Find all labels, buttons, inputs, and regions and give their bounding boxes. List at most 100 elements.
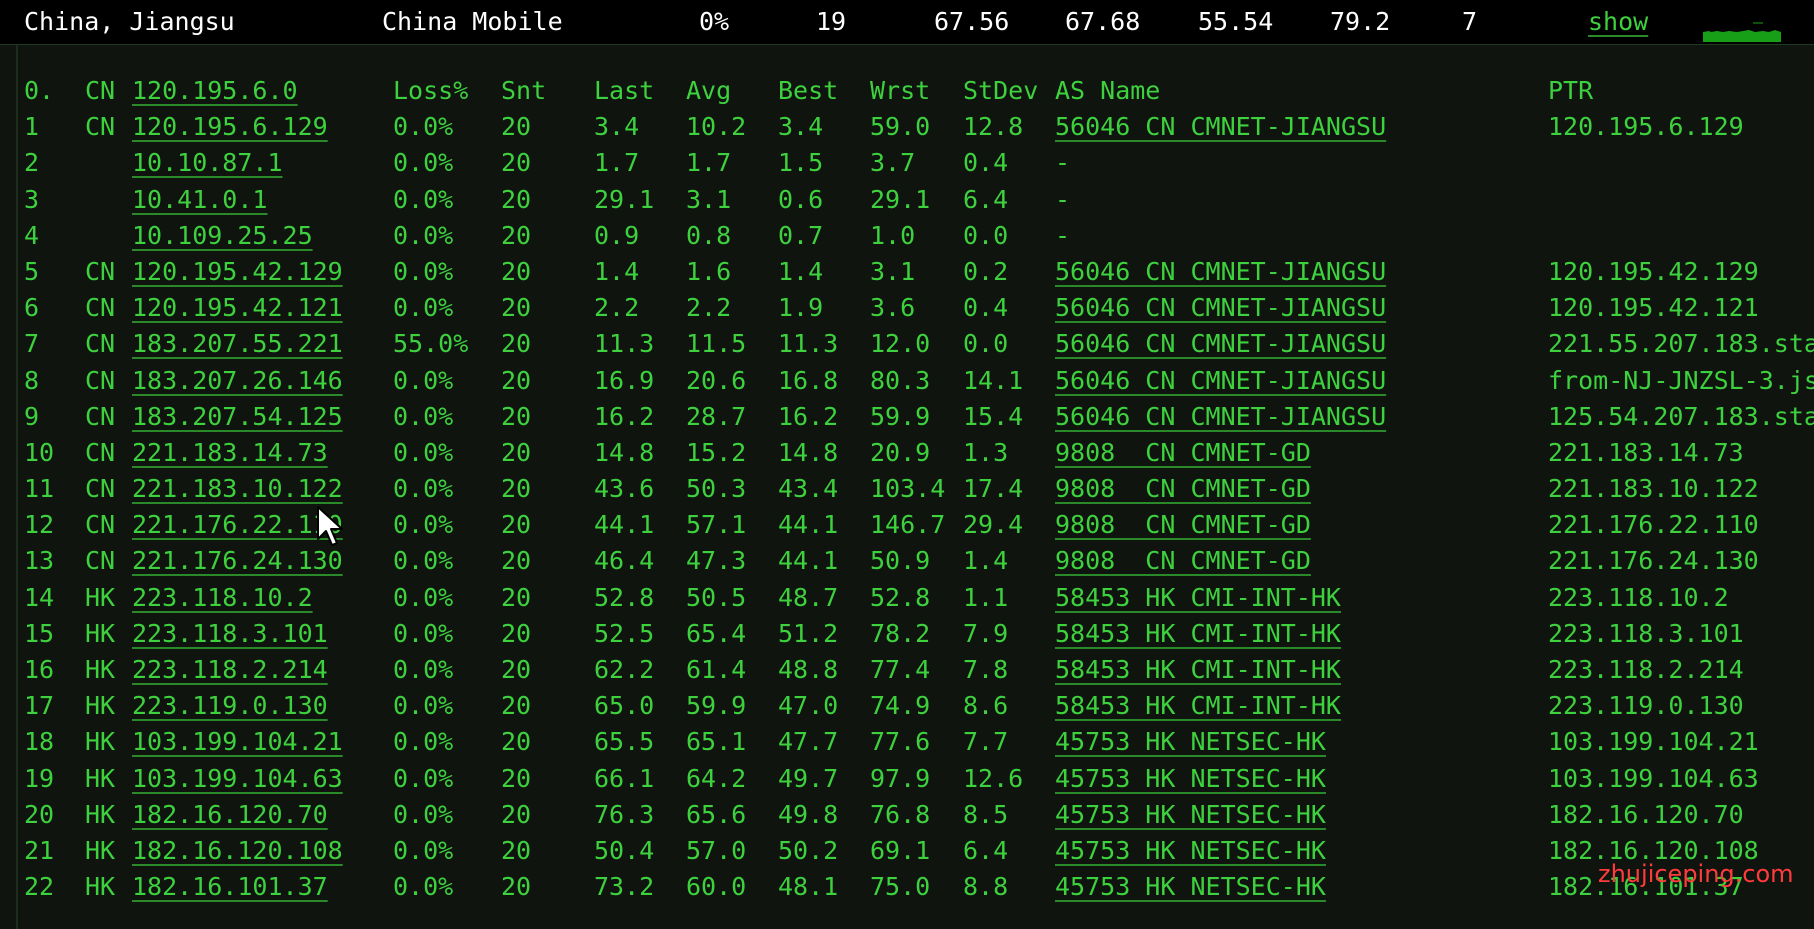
hop-wrst: 103.4 xyxy=(870,474,946,504)
hop-host-link[interactable]: 182.16.120.70 xyxy=(132,800,328,829)
hop-stdev: 0.4 xyxy=(963,148,1009,178)
summary-last: 67.56 xyxy=(934,7,1010,36)
show-link[interactable]: show xyxy=(1588,7,1648,36)
hop-best: 51.2 xyxy=(778,618,839,648)
header-avg: Avg xyxy=(686,76,732,105)
hop-index: 15 xyxy=(24,618,55,648)
hop-last: 65.0 xyxy=(594,691,655,721)
header-host[interactable]: 120.195.6.0 xyxy=(132,76,298,105)
hop-snt: 20 xyxy=(501,401,532,431)
hop-as-name[interactable]: 58453 HK CMI-INT-HK xyxy=(1055,619,1341,648)
hop-avg: 65.4 xyxy=(686,618,747,648)
hop-as-name[interactable]: 45753 HK NETSEC-HK xyxy=(1055,872,1326,901)
hop-snt: 20 xyxy=(501,763,532,793)
hop-snt: 20 xyxy=(501,112,532,142)
hop-best: 0.7 xyxy=(778,220,824,250)
hop-as-name[interactable]: 9808 CN CMNET-GD xyxy=(1055,438,1311,467)
hop-as-name[interactable]: 56046 CN CMNET-JIANGSU xyxy=(1055,257,1386,286)
hop-snt: 20 xyxy=(501,220,532,250)
hop-host-link[interactable]: 103.199.104.63 xyxy=(132,764,343,793)
hop-as-name[interactable]: 58453 HK CMI-INT-HK xyxy=(1055,583,1341,612)
hop-as-name[interactable]: 58453 HK CMI-INT-HK xyxy=(1055,655,1341,684)
hop-host-link[interactable]: 221.176.24.130 xyxy=(132,546,343,575)
hop-loss: 0.0% xyxy=(393,799,454,829)
hop-loss: 0.0% xyxy=(393,256,454,286)
hop-host-link[interactable]: 223.119.0.130 xyxy=(132,691,328,720)
hop-wrst: 69.1 xyxy=(870,835,931,865)
hop-host-link[interactable]: 10.41.0.1 xyxy=(132,185,267,214)
header-wrst: Wrst xyxy=(870,76,931,105)
hop-host-link[interactable]: 221.176.22.110 xyxy=(132,510,343,539)
hop-country: CN xyxy=(85,401,116,431)
hop-stdev: 7.7 xyxy=(963,727,1009,757)
hop-snt: 20 xyxy=(501,655,532,684)
hop-host-link[interactable]: 183.207.26.146 xyxy=(132,366,343,395)
hop-loss: 0.0% xyxy=(393,727,454,757)
hop-host-link[interactable]: 10.109.25.25 xyxy=(132,221,313,250)
hop-as-name[interactable]: 9808 CN CMNET-GD xyxy=(1055,510,1311,539)
hop-country: HK xyxy=(85,763,116,793)
hop-host-link[interactable]: 182.16.101.37 xyxy=(132,872,328,901)
hop-host-link[interactable]: 120.195.42.129 xyxy=(132,257,343,286)
mouse-pointer-icon xyxy=(317,506,343,546)
hop-best: 49.7 xyxy=(778,763,839,793)
hop-ptr: 221.176.24.130 xyxy=(1548,546,1759,576)
hop-as-name[interactable]: 45753 HK NETSEC-HK xyxy=(1055,727,1326,756)
hop-as-name[interactable]: 56046 CN CMNET-JIANGSU xyxy=(1055,329,1386,358)
hop-last: 43.6 xyxy=(594,474,655,504)
hop-avg: 0.8 xyxy=(686,220,732,250)
hop-host-link[interactable]: 221.183.10.122 xyxy=(132,474,343,503)
hop-best: 49.8 xyxy=(778,799,839,829)
hop-country: HK xyxy=(85,872,116,902)
hop-as-name: - xyxy=(1055,220,1071,250)
summary-isp: China Mobile xyxy=(382,7,563,36)
hop-last: 14.8 xyxy=(594,437,655,467)
hop-avg: 1.7 xyxy=(686,148,732,178)
hop-snt: 20 xyxy=(501,691,532,721)
hop-last: 65.5 xyxy=(594,727,655,757)
hop-as-name[interactable]: 56046 CN CMNET-JIANGSU xyxy=(1055,366,1386,395)
hop-as-name[interactable]: 9808 CN CMNET-GD xyxy=(1055,474,1311,503)
hop-as-name[interactable]: 45753 HK NETSEC-HK xyxy=(1055,800,1326,829)
hop-as-name[interactable]: 58453 HK CMI-INT-HK xyxy=(1055,691,1341,720)
hop-host-link[interactable]: 183.207.55.221 xyxy=(132,329,343,358)
hop-snt: 20 xyxy=(501,329,532,359)
hop-host-link[interactable]: 103.199.104.21 xyxy=(132,727,343,756)
hop-index: 7 xyxy=(24,329,40,359)
hop-avg: 57.1 xyxy=(686,510,747,540)
hop-index: 2 xyxy=(24,148,40,178)
hop-avg: 61.4 xyxy=(686,655,747,684)
hop-host-link[interactable]: 120.195.42.121 xyxy=(132,293,343,322)
hop-as-name[interactable]: 56046 CN CMNET-JIANGSU xyxy=(1055,112,1386,141)
hop-last: 52.8 xyxy=(594,582,655,612)
hop-loss: 0.0% xyxy=(393,112,454,142)
hop-as-name[interactable]: 9808 CN CMNET-GD xyxy=(1055,546,1311,575)
hop-country: CN xyxy=(85,546,116,576)
hop-host-link[interactable]: 10.10.87.1 xyxy=(132,148,283,177)
hop-as-name[interactable]: 45753 HK NETSEC-HK xyxy=(1055,764,1326,793)
hop-index: 8 xyxy=(24,365,40,395)
hop-stdev: 12.6 xyxy=(963,763,1024,793)
hop-best: 16.2 xyxy=(778,401,839,431)
hop-host-link[interactable]: 223.118.10.2 xyxy=(132,583,313,612)
hop-best: 3.4 xyxy=(778,112,824,142)
hop-host-link[interactable]: 221.183.14.73 xyxy=(132,438,328,467)
hop-wrst: 77.6 xyxy=(870,727,931,757)
hop-host-link[interactable]: 183.207.54.125 xyxy=(132,402,343,431)
hop-stdev: 0.2 xyxy=(963,256,1009,286)
hop-last: 62.2 xyxy=(594,655,655,684)
hop-as-name[interactable]: 56046 CN CMNET-JIANGSU xyxy=(1055,402,1386,431)
hop-stdev: 12.8 xyxy=(963,112,1024,142)
hop-as-name[interactable]: 45753 HK NETSEC-HK xyxy=(1055,836,1326,865)
hop-host-link[interactable]: 223.118.2.214 xyxy=(132,655,328,684)
hop-host-link[interactable]: 182.16.120.108 xyxy=(132,836,343,865)
hop-host-link[interactable]: 223.118.3.101 xyxy=(132,619,328,648)
hop-host-link[interactable]: 120.195.6.129 xyxy=(132,112,328,141)
hop-ptr: 120.195.42.129 xyxy=(1548,256,1759,286)
hop-as-name[interactable]: 56046 CN CMNET-JIANGSU xyxy=(1055,293,1386,322)
hop-snt: 20 xyxy=(501,835,532,865)
hop-as-name: - xyxy=(1055,148,1071,178)
hop-avg: 3.1 xyxy=(686,184,732,214)
hop-stdev: 8.6 xyxy=(963,691,1009,721)
hop-stdev: 1.3 xyxy=(963,437,1009,467)
